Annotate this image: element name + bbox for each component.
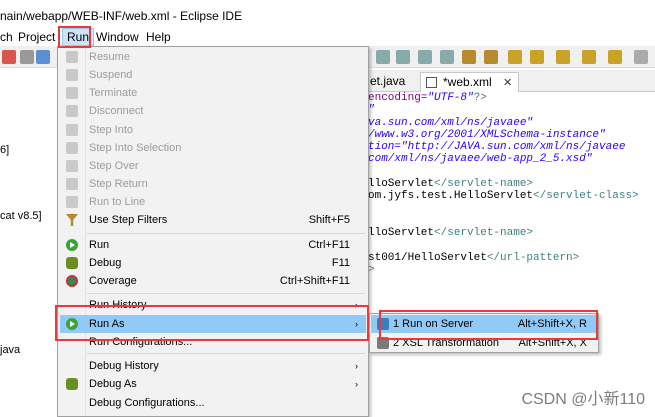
submenu-arrow-icon: › [355, 379, 358, 389]
toolbar-prev-annotation-icon[interactable] [530, 50, 544, 64]
code-line: om.jyfs.test.HelloServlet</servlet-class… [368, 190, 639, 202]
explorer-fragment[interactable]: 6] [0, 144, 9, 156]
menu-item-debug-configurations[interactable]: Debug Configurations... [60, 394, 366, 412]
toolbar-icon-run-config[interactable] [2, 50, 16, 64]
menu-bar: ch Project Run Window Help [0, 28, 655, 46]
tab-web-xml-label: *web.xml [443, 75, 492, 89]
explorer-fragment[interactable]: java [0, 344, 20, 356]
menu-separator [87, 293, 365, 294]
toolbar-back-icon[interactable] [582, 50, 596, 64]
step-return-icon [66, 178, 78, 190]
submenu-arrow-icon: › [355, 361, 358, 371]
code-line: lloServlet</servlet-name> [368, 178, 534, 190]
close-icon[interactable]: ✕ [503, 77, 512, 89]
toolbar-icon-c[interactable] [418, 50, 432, 64]
menu-item-run-to-line: Run to Line [60, 193, 366, 211]
toolbar-next-annotation-icon[interactable] [508, 50, 522, 64]
tab-web-xml[interactable]: *web.xml ✕ [420, 72, 520, 92]
tab-java[interactable]: et.java [370, 72, 405, 92]
code-line: /www.w3.org/2001/XMLSchema-instance" [368, 129, 606, 141]
menu-search[interactable]: ch [0, 30, 13, 44]
toolbar-forward-icon[interactable] [608, 50, 622, 64]
annotation-box-run-as [55, 305, 369, 341]
coverage-icon [66, 275, 78, 287]
menu-item-debug[interactable]: Debug F11 [60, 254, 366, 272]
toolbar-last-edit-icon[interactable] [556, 50, 570, 64]
menu-separator [87, 233, 365, 234]
menu-item-step-into-selection: Step Into Selection [60, 139, 366, 157]
code-line: tion="http://JAVA.sun.com/xml/ns/javaee [368, 141, 626, 153]
run-to-line-icon [66, 196, 78, 208]
menu-help[interactable]: Help [146, 30, 171, 44]
step-over-icon [66, 160, 78, 172]
code-line: lloServlet</servlet-name> [368, 227, 534, 239]
explorer-fragment[interactable]: cat v8.5] [0, 210, 42, 222]
menu-window[interactable]: Window [96, 30, 139, 44]
code-line: com/xml/ns/javaee/web-app_2_5.xsd" [368, 153, 593, 165]
menu-separator [87, 353, 365, 354]
menu-item-debug-history[interactable]: Debug History › [60, 357, 366, 375]
menu-project[interactable]: Project [18, 30, 55, 44]
disconnect-icon [66, 105, 78, 117]
step-into-selection-icon [66, 142, 78, 154]
title-bar: nain/webapp/WEB-INF/web.xml - Eclipse ID… [0, 0, 655, 28]
debug-as-icon [66, 378, 78, 390]
code-line: va.sun.com/xml/ns/javaee" [368, 117, 534, 129]
toolbar-icon-b[interactable] [396, 50, 410, 64]
code-line: st001/HelloServlet</url-pattern> [368, 252, 580, 264]
toolbar-dropdown-icon[interactable] [20, 50, 34, 64]
menu-item-step-into: Step Into [60, 121, 366, 139]
suspend-icon [66, 69, 78, 81]
toolbar-icon-e[interactable] [462, 50, 476, 64]
menu-item-run[interactable]: Run Ctrl+F11 [60, 236, 366, 254]
menu-item-debug-as[interactable]: Debug As › [60, 375, 366, 393]
toolbar-new-icon[interactable] [36, 50, 50, 64]
terminate-icon [66, 87, 78, 99]
menu-item-use-step-filters[interactable]: Use Step Filters Shift+F5 [60, 211, 366, 229]
menu-item-terminate: Terminate [60, 84, 366, 102]
resume-icon [66, 51, 78, 63]
menu-item-disconnect: Disconnect [60, 102, 366, 120]
menu-item-resume: Resume [60, 48, 366, 66]
toolbar-icon-f[interactable] [484, 50, 498, 64]
project-explorer: 6] cat v8.5] java [0, 68, 60, 417]
menu-item-coverage[interactable]: Coverage Ctrl+Shift+F11 [60, 272, 366, 290]
code-line: encoding="UTF-8"?> [368, 92, 487, 104]
step-into-icon [66, 124, 78, 136]
toolbar-icon-d[interactable] [440, 50, 454, 64]
run-icon [66, 239, 78, 251]
toolbar-pin-icon[interactable] [634, 50, 648, 64]
annotation-box-run-menu [58, 26, 91, 48]
annotation-box-run-on-server [379, 310, 598, 340]
xml-file-icon [426, 77, 437, 88]
code-editor[interactable]: encoding="UTF-8"?> " va.sun.com/xml/ns/j… [368, 92, 655, 417]
window-title: nain/webapp/WEB-INF/web.xml - Eclipse ID… [0, 9, 243, 23]
step-filter-icon [66, 214, 78, 226]
toolbar-icon-a[interactable] [376, 50, 390, 64]
menu-item-suspend: Suspend [60, 66, 366, 84]
watermark: CSDN @小新110 [521, 391, 645, 408]
debug-icon [66, 257, 78, 269]
run-menu: Resume Suspend Terminate Disconnect Step… [57, 46, 369, 417]
menu-item-step-over: Step Over [60, 157, 366, 175]
editor-tabs: et.java *web.xml ✕ [368, 70, 655, 92]
menu-item-step-return: Step Return [60, 175, 366, 193]
